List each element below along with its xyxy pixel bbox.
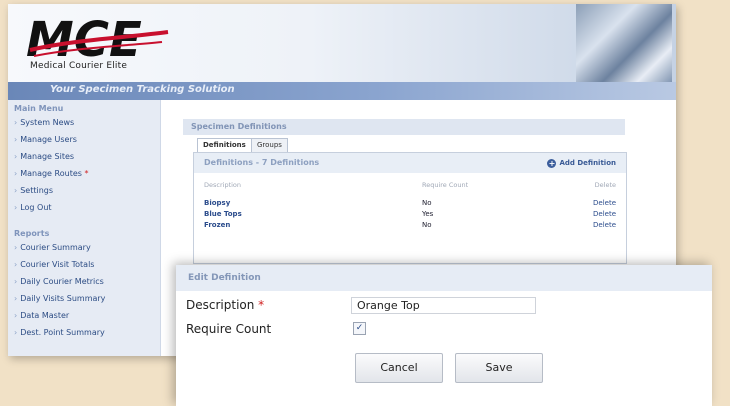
sidebar-item-label: Courier Summary (20, 243, 91, 252)
plus-circle-icon: + (547, 159, 557, 168)
chevron-right-icon: › (14, 118, 18, 127)
header-photo (576, 4, 672, 82)
required-marker: * (258, 298, 265, 312)
sidebar-item-data-master[interactable]: › Data Master (8, 308, 160, 325)
column-description: Description (204, 181, 242, 189)
description-label-text: Description (186, 298, 255, 312)
tab-groups[interactable]: Groups (251, 138, 288, 153)
tagline: Your Specimen Tracking Solution (50, 84, 235, 95)
sidebar-item-daily-courier-metrics[interactable]: › Daily Courier Metrics (8, 274, 160, 291)
page-title: Specimen Definitions (183, 119, 625, 135)
sidebar-item-system-news[interactable]: › System News (8, 115, 160, 132)
row-description-link[interactable]: Blue Tops (204, 210, 242, 218)
sidebar-item-label: Manage Routes (20, 169, 82, 178)
row-require-count: No (422, 199, 432, 207)
sidebar-item-manage-users[interactable]: › Manage Users (8, 132, 160, 149)
sidebar-item-label: Data Master (20, 311, 70, 320)
sidebar-item-dest-point-summary[interactable]: › Dest. Point Summary (8, 325, 160, 342)
require-count-checkbox[interactable]: ✓ (353, 322, 366, 335)
sidebar-item-label: Daily Courier Metrics (20, 277, 104, 286)
definitions-header: Definitions - 7 Definitions + Add Definit… (194, 153, 626, 173)
definitions-table: Definitions - 7 Definitions + Add Definit… (193, 152, 627, 264)
row-delete-link[interactable]: Delete (593, 221, 616, 229)
add-definition-label: Add Definition (559, 159, 616, 167)
sidebar-item-label: Courier Visit Totals (20, 260, 95, 269)
sidebar-item-settings[interactable]: › Settings (8, 183, 160, 200)
chevron-right-icon: › (14, 186, 18, 195)
definitions-count: Definitions - 7 Definitions (204, 158, 320, 167)
description-label: Description * (186, 298, 264, 312)
chevron-right-icon: › (14, 260, 18, 269)
sidebar-item-daily-visits-summary[interactable]: › Daily Visits Summary (8, 291, 160, 308)
sidebar-item-label: System News (20, 118, 75, 127)
table-header: Description Require Count Delete (194, 181, 626, 199)
sidebar-item-manage-routes[interactable]: › Manage Routes * (8, 166, 160, 183)
sidebar-item-manage-sites[interactable]: › Manage Sites (8, 149, 160, 166)
row-require-count: No (422, 221, 432, 229)
chevron-right-icon: › (14, 294, 18, 303)
column-require-count: Require Count (422, 181, 469, 189)
table-row: Biopsy No Delete (194, 199, 626, 210)
sidebar-item-label: Manage Users (20, 135, 77, 144)
required-marker: * (84, 169, 89, 178)
tab-bar: Definitions Groups (183, 138, 625, 153)
sidebar-item-label: Manage Sites (20, 152, 75, 161)
table-row: Blue Tops Yes Delete (194, 210, 626, 221)
sidebar-item-label: Daily Visits Summary (20, 294, 106, 303)
require-count-label: Require Count (186, 322, 272, 336)
row-description-link[interactable]: Biopsy (204, 199, 230, 207)
sidebar-item-label: Dest. Point Summary (20, 328, 105, 337)
chevron-right-icon: › (14, 311, 18, 320)
chevron-right-icon: › (14, 243, 18, 252)
chevron-right-icon: › (14, 328, 18, 337)
sidebar-item-label: Settings (20, 186, 54, 195)
column-delete: Delete (594, 181, 616, 189)
logo-subtitle: Medical Courier Elite (30, 61, 128, 71)
row-delete-link[interactable]: Delete (593, 210, 616, 218)
description-input[interactable] (351, 297, 536, 314)
chevron-right-icon: › (14, 152, 18, 161)
table-row: Frozen No Delete (194, 221, 626, 232)
chevron-right-icon: › (14, 203, 18, 212)
sidebar: Main Menu › System News › Manage Users › Ma… (8, 100, 161, 356)
edit-definition-dialog: Edit Definition Description * Require Co… (176, 265, 712, 406)
chevron-right-icon: › (14, 277, 18, 286)
row-require-count: Yes (422, 210, 434, 218)
main-menu-title: Main Menu (14, 104, 64, 113)
add-definition-button[interactable]: + Add Definition (547, 153, 616, 173)
save-button[interactable]: Save (455, 353, 543, 383)
tab-definitions[interactable]: Definitions (197, 138, 252, 153)
sidebar-item-log-out[interactable]: › Log Out (8, 200, 160, 217)
app-header: MCE Medical Courier Elite (8, 4, 676, 82)
chevron-right-icon: › (14, 169, 18, 178)
sidebar-item-courier-summary[interactable]: › Courier Summary (8, 240, 160, 257)
row-delete-link[interactable]: Delete (593, 199, 616, 207)
row-description-link[interactable]: Frozen (204, 221, 230, 229)
cancel-button[interactable]: Cancel (355, 353, 443, 383)
reports-title: Reports (14, 229, 50, 238)
chevron-right-icon: › (14, 135, 18, 144)
main-content: Specimen Definitions Definitions Groups … (183, 119, 627, 264)
tagline-bar: Your Specimen Tracking Solution (8, 82, 676, 100)
sidebar-item-courier-visit-totals[interactable]: › Courier Visit Totals (8, 257, 160, 274)
dialog-title: Edit Definition (176, 265, 712, 291)
sidebar-item-label: Log Out (20, 203, 52, 212)
